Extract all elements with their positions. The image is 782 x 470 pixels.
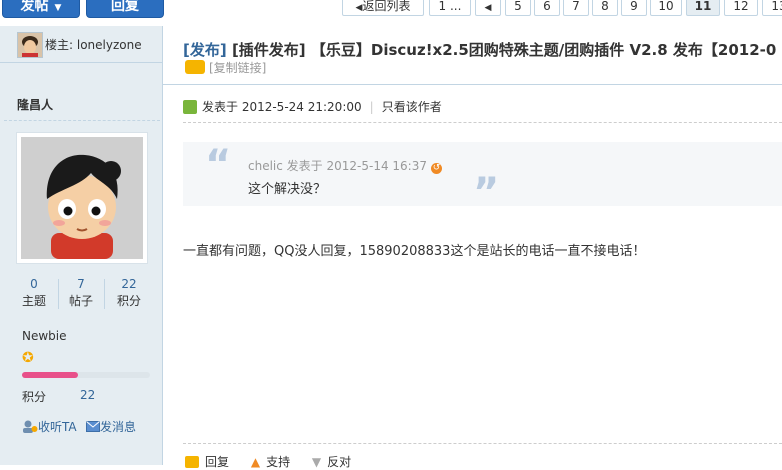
divider xyxy=(163,84,782,85)
stat-threads-label: 主题 xyxy=(21,294,46,308)
current-page: 11 xyxy=(686,0,720,16)
page-link[interactable]: 10 xyxy=(650,0,682,16)
thread-category[interactable]: [发布] xyxy=(183,41,227,59)
thread-title: [发布] [插件发布] 【乐豆】Discuz!x2.5团购特殊主题/团购插件 V… xyxy=(183,39,782,60)
divider xyxy=(4,120,160,121)
score-label: 积分 xyxy=(22,390,47,404)
progress-fill xyxy=(22,372,79,378)
author-name[interactable]: 隆昌人 xyxy=(17,96,53,113)
reply-button[interactable]: 回复 xyxy=(86,0,164,18)
small-avatar-icon xyxy=(18,33,42,57)
avatar[interactable] xyxy=(21,137,143,259)
post-meta: 发表于 2012-5-24 21:20:00 | 只看该作者 xyxy=(183,98,442,115)
back-to-list-button[interactable]: ◀返回列表 xyxy=(342,0,424,16)
quote-header: chelic 发表于 2012-5-14 16:37 ↺ xyxy=(248,157,442,174)
support-button[interactable]: ▲ 支持 xyxy=(251,455,290,469)
oppose-button[interactable]: ▼ 反对 xyxy=(312,455,351,469)
reply-post-button[interactable]: 回复 xyxy=(185,455,229,469)
divider xyxy=(183,122,782,123)
oppose-label: 反对 xyxy=(327,455,352,469)
thumbs-down-icon: ▼ xyxy=(311,455,322,469)
envelope-icon xyxy=(86,421,100,432)
post-time: 发表于 2012-5-24 21:20:00 xyxy=(202,100,362,114)
stat-threads-value: 0 xyxy=(30,277,38,291)
prev-page-button[interactable]: ◀ xyxy=(475,0,501,16)
reply-post-label: 回复 xyxy=(205,455,230,469)
send-message-label: 发消息 xyxy=(100,420,137,434)
thread-title-text: [插件发布] 【乐豆】Discuz!x2.5团购特殊主题/团购插件 V2.8 发… xyxy=(226,41,777,59)
quote-author-time: chelic 发表于 2012-5-14 16:37 xyxy=(248,159,427,173)
page-link[interactable]: 12 xyxy=(724,0,758,16)
post-new-button[interactable]: 发帖 ▼ xyxy=(2,0,80,18)
thumbs-up-icon: ▲ xyxy=(250,455,261,469)
follow-button[interactable]: 收听TA xyxy=(22,418,77,435)
page-link[interactable]: 9 xyxy=(621,0,647,16)
divider xyxy=(183,443,782,444)
copy-link[interactable]: [复制链接] xyxy=(209,61,266,75)
author-only-link[interactable]: 只看该作者 xyxy=(382,100,442,114)
quote-block: “ chelic 发表于 2012-5-14 16:37 ↺ 这个解决没？ ” xyxy=(183,142,782,216)
page-link[interactable]: 1 ... xyxy=(429,0,471,16)
post-main: [发布] [插件发布] 【乐豆】Discuz!x2.5团购特殊主题/团购插件 V… xyxy=(163,26,782,469)
stat-posts-label: 帖子 xyxy=(68,294,93,308)
reply-icon xyxy=(185,456,199,468)
score-value[interactable]: 22 xyxy=(80,388,95,402)
thread-starter-avatar[interactable] xyxy=(17,32,43,58)
user-group[interactable]: Newbie xyxy=(22,329,67,343)
progress-bar xyxy=(22,372,150,378)
post-actions: 回复 ▲ 支持 ▼ 反对 xyxy=(185,453,369,470)
thread-starter-box: 楼主: lonelyzone xyxy=(0,26,162,63)
author-stats: 0 主题 7 帖子 22 积分 xyxy=(0,276,162,316)
page-link[interactable]: 6 xyxy=(534,0,560,16)
top-toolbar: 发帖 ▼ 回复 ◀返回列表 1 ... ◀ 5 6 7 8 9 10 11 12 … xyxy=(0,0,782,22)
prev-arrow-icon: ◀ xyxy=(484,3,492,13)
author-sidebar: 楼主: lonelyzone 隆昌人 0 主题 7 帖子 22 积分 Newbi… xyxy=(0,26,163,465)
star-icon: ✪ xyxy=(22,350,34,366)
stat-points[interactable]: 22 积分 xyxy=(103,276,155,310)
post-content: 一直都有问题，QQ没人回复，15890208833这个是站长的电话一直不接电话！ xyxy=(183,244,646,259)
stat-posts[interactable]: 7 帖子 xyxy=(55,276,107,310)
online-status-icon xyxy=(183,100,197,114)
page-link[interactable]: 8 xyxy=(592,0,618,16)
quote-close-icon: ” xyxy=(473,170,500,216)
follow-icon xyxy=(23,420,38,433)
page-link[interactable]: 7 xyxy=(563,0,589,16)
fire-badge-icon xyxy=(185,60,205,74)
stat-threads[interactable]: 0 主题 xyxy=(8,276,60,310)
quote-body: 这个解决没？ xyxy=(248,182,327,197)
author-avatar-frame xyxy=(16,132,148,264)
page-link[interactable]: 13 xyxy=(762,0,782,16)
quote-open-icon: “ xyxy=(205,142,232,188)
back-to-list-label: 返回列表 xyxy=(362,0,411,13)
support-label: 支持 xyxy=(266,455,291,469)
chevron-down-icon[interactable]: ▼ xyxy=(55,3,62,13)
stat-points-label: 积分 xyxy=(116,294,141,308)
page-link[interactable]: 5 xyxy=(505,0,531,16)
go-to-post-icon[interactable]: ↺ xyxy=(430,163,442,174)
follow-label: 收听TA xyxy=(38,420,77,434)
thread-starter-label[interactable]: 楼主: lonelyzone xyxy=(45,36,142,53)
separator: | xyxy=(369,100,374,114)
stat-posts-value: 7 xyxy=(77,277,85,291)
cartoon-avatar-icon xyxy=(21,137,143,259)
stat-points-value: 22 xyxy=(121,277,137,291)
post-new-label: 发帖 xyxy=(20,0,49,14)
send-message-button[interactable]: 发消息 xyxy=(86,418,136,435)
copy-link-row: [复制链接] xyxy=(185,59,266,76)
